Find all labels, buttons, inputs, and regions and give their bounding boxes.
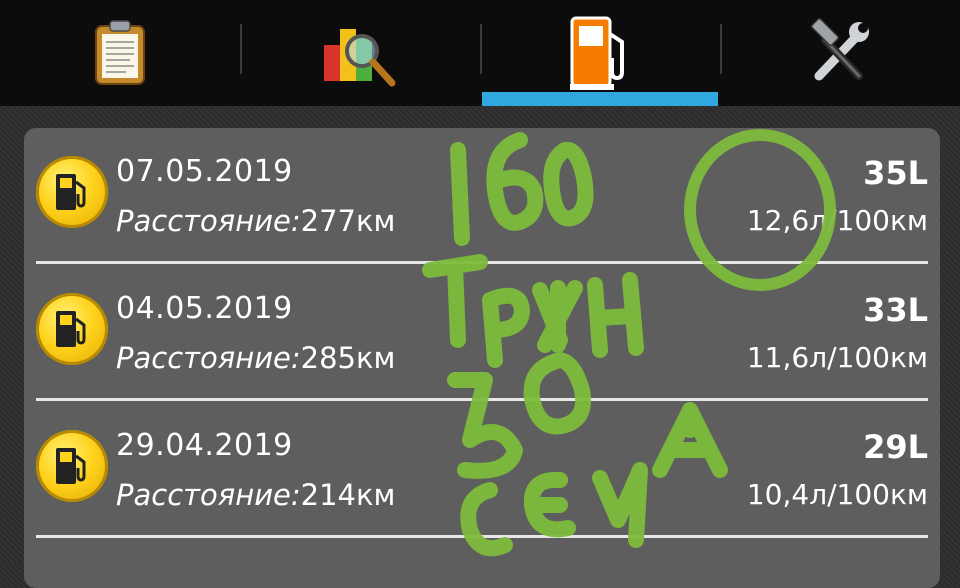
refuel-list: 07.05.2019 Расстояние:277км 35L 12,6л/10…: [24, 128, 940, 588]
distance-value: 285км: [300, 341, 396, 375]
fuel-badge-icon: [36, 156, 108, 228]
refuel-date: 29.04.2019: [116, 428, 293, 463]
refuel-consumption: 12,6л/100км: [746, 204, 928, 237]
list-item[interactable]: 04.05.2019 Расстояние:285км 33L 11,6л/10…: [24, 265, 940, 401]
fuel-badge-icon: [36, 293, 108, 365]
clipboard-icon: [95, 20, 145, 85]
tab-statistics[interactable]: [240, 0, 480, 106]
top-tab-bar: [0, 0, 960, 106]
refuel-date: 07.05.2019: [116, 154, 293, 189]
refuel-date: 04.05.2019: [116, 291, 293, 326]
fuel-pump-icon: [570, 16, 624, 90]
refuel-distance: Расстояние:277км: [116, 204, 395, 238]
distance-label: Расстояние:: [116, 341, 301, 375]
distance-label: Расстояние:: [116, 204, 301, 238]
active-tab-indicator: [482, 92, 718, 106]
refuel-liters: 29L: [863, 428, 928, 466]
refuel-distance: Расстояние:285км: [116, 341, 395, 375]
row-divider: [36, 261, 928, 264]
distance-value: 214км: [300, 478, 396, 512]
refuel-liters: 33L: [863, 291, 928, 329]
list-item[interactable]: 29.04.2019 Расстояние:214км 29L 10,4л/10…: [24, 402, 940, 538]
fuel-badge-icon: [36, 430, 108, 502]
tab-log[interactable]: [0, 0, 240, 106]
row-divider: [36, 535, 928, 538]
tab-fuel[interactable]: [480, 0, 720, 106]
wrench-hammer-icon: [810, 18, 869, 81]
refuel-liters: 35L: [863, 154, 928, 192]
distance-value: 277км: [300, 204, 396, 238]
row-divider: [36, 398, 928, 401]
refuel-consumption: 10,4л/100км: [746, 478, 928, 511]
refuel-distance: Расстояние:214км: [116, 478, 395, 512]
refuel-consumption: 11,6л/100км: [746, 341, 928, 374]
list-item[interactable]: 07.05.2019 Расстояние:277км 35L 12,6л/10…: [24, 128, 940, 264]
chart-magnifier-icon: [324, 29, 396, 87]
tab-tools[interactable]: [720, 0, 960, 106]
distance-label: Расстояние:: [116, 478, 301, 512]
